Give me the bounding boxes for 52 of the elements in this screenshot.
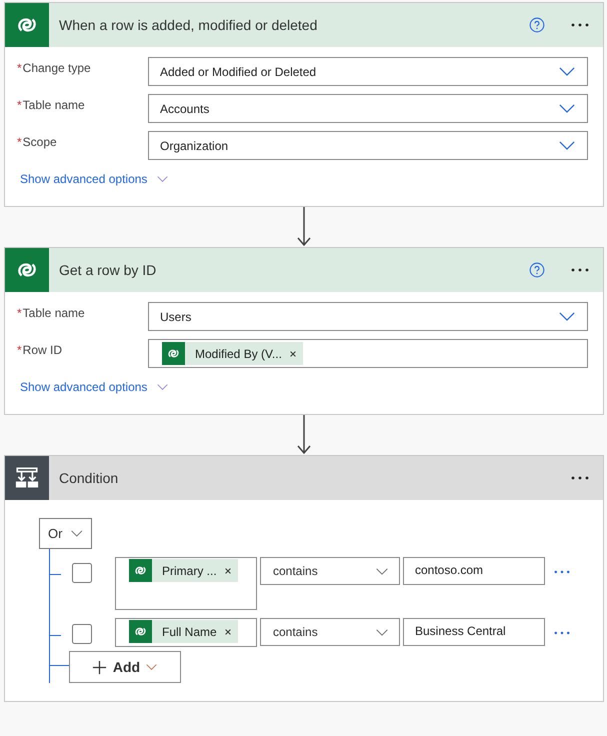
show-advanced-options-link[interactable]: Show advanced options (20, 172, 168, 186)
chevron-down-icon (559, 312, 575, 321)
remove-icon[interactable] (224, 628, 232, 636)
field-label: *Change type (16, 60, 92, 75)
card-title: Condition (59, 470, 120, 486)
token-field[interactable]: Primary ... (115, 557, 257, 610)
operator-dropdown[interactable]: contains (260, 557, 400, 585)
down-arrow-icon (296, 415, 312, 455)
remove-icon[interactable] (224, 566, 232, 574)
dynamic-content-token: Primary ... (162, 564, 217, 578)
dropdown-field[interactable]: Accounts (148, 94, 588, 123)
add-button[interactable]: Add (68, 651, 180, 683)
chevron-down-icon (559, 104, 575, 113)
field-label: *Scope (16, 134, 58, 149)
dynamic-content-token: Full Name (162, 624, 217, 638)
remove-icon[interactable] (288, 350, 297, 358)
chevron-down-icon (71, 530, 83, 537)
value-field[interactable]: contoso.com (403, 557, 545, 585)
help-icon[interactable] (529, 17, 545, 33)
card-title: When a row is added, modified or deleted (59, 17, 318, 33)
row-checkbox[interactable] (72, 624, 92, 644)
card-header[interactable]: Condition (5, 456, 603, 500)
field-label: *Row ID (16, 342, 64, 357)
field-label: *Table name (16, 305, 86, 320)
value-field[interactable]: Business Central (403, 618, 545, 646)
dynamic-content-token: Modified By (V... (195, 346, 282, 360)
row-checkbox[interactable] (72, 563, 92, 583)
dropdown-field[interactable]: Users (148, 302, 588, 331)
operator-dropdown[interactable]: contains (260, 618, 400, 646)
plus-icon (92, 660, 107, 674)
more-options-icon[interactable] (571, 23, 589, 27)
field-label: *Table name (16, 97, 86, 112)
chevron-down-icon (376, 628, 388, 636)
chevron-down-icon (157, 384, 168, 390)
chevron-down-icon (146, 664, 158, 670)
more-options-icon[interactable] (571, 476, 589, 480)
group-operator-dropdown[interactable]: Or (39, 518, 92, 549)
down-arrow-icon (296, 207, 312, 247)
card-title: Get a row by ID (59, 262, 158, 278)
dropdown-field[interactable]: Organization (148, 131, 588, 160)
token-field[interactable]: Full Name (115, 618, 257, 647)
chevron-down-icon (559, 67, 575, 76)
dropdown-field[interactable]: Added or Modified or Deleted (148, 57, 588, 86)
help-icon[interactable] (529, 262, 545, 278)
more-options-icon[interactable] (571, 268, 589, 272)
chevron-down-icon (376, 568, 388, 574)
card-header[interactable]: When a row is added, modified or deleted (5, 3, 603, 47)
show-advanced-options-link[interactable]: Show advanced options (20, 380, 168, 394)
token-field[interactable]: Modified By (V... (148, 339, 588, 368)
chevron-down-icon (559, 141, 575, 150)
card-header[interactable]: Get a row by ID (5, 248, 603, 292)
chevron-down-icon (157, 176, 168, 182)
